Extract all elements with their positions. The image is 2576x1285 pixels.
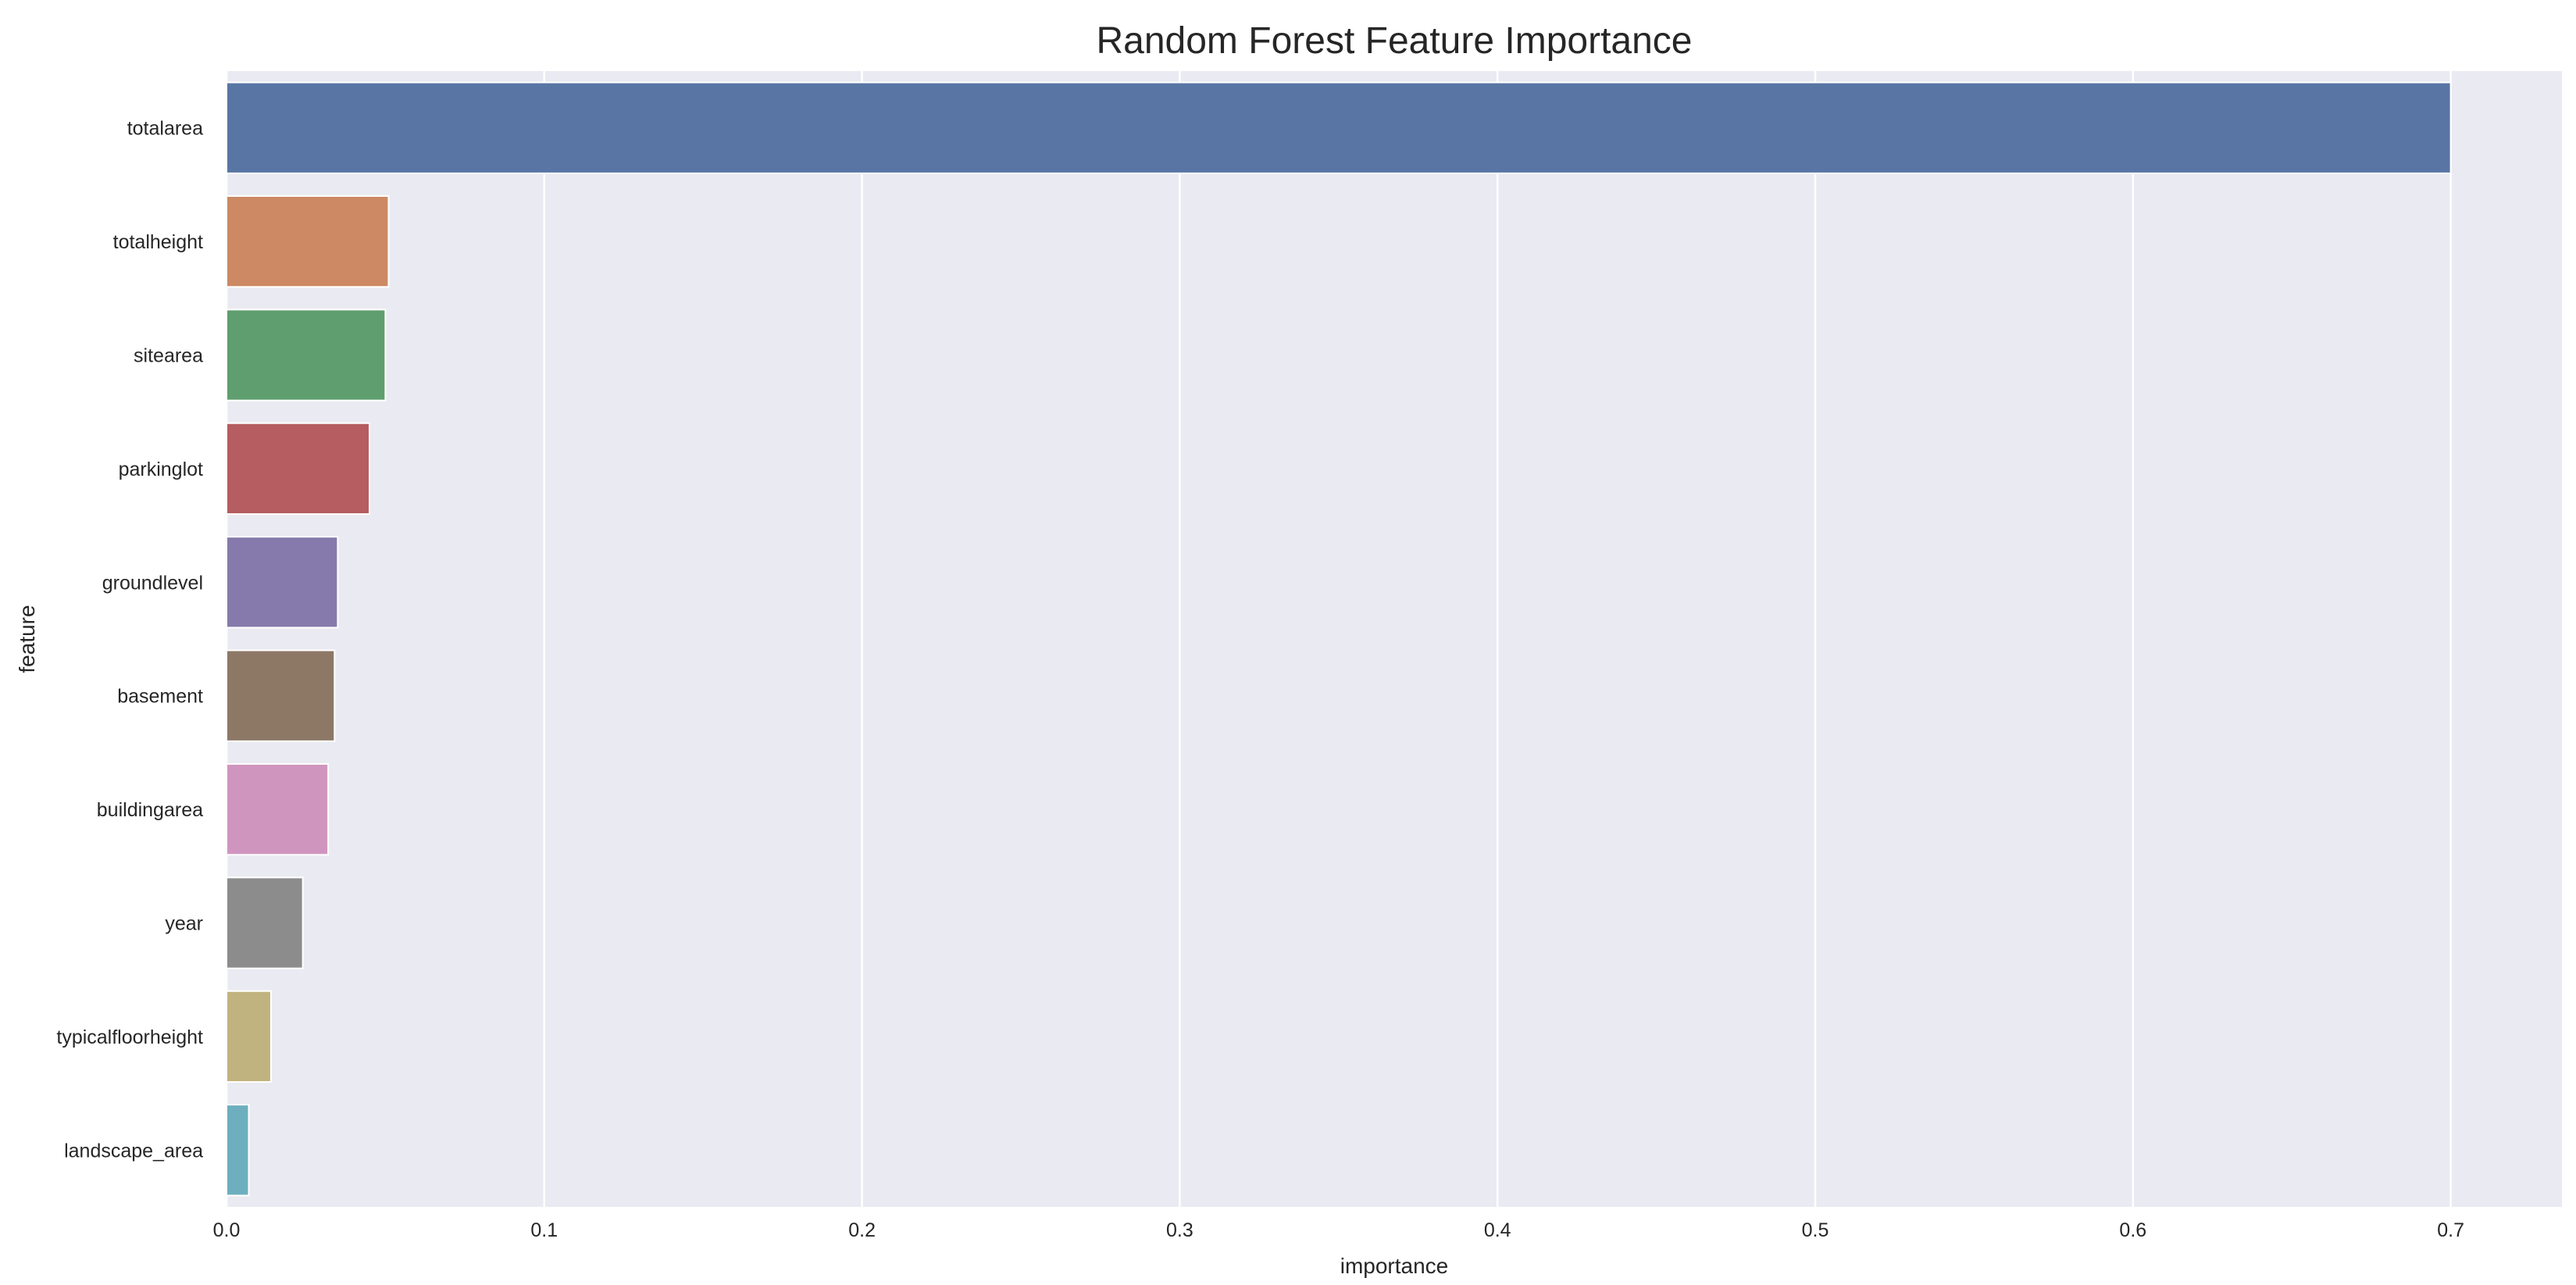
x-tick-label: 0.6 [2119,1219,2146,1241]
bar-chart: 0.0 0.1 0.2 0.3 0.4 0.5 0.6 0.7 totalarea totalh… [15,20,2562,1278]
bar-parkinglot [226,422,371,516]
x-tick-label: 0.1 [530,1219,558,1241]
y-tick-label: typicalfloorheight [56,1026,203,1048]
x-tick-label: 0.2 [848,1219,876,1241]
bar-basement [226,649,336,742]
y-axis-title: feature [15,605,39,673]
x-tick-label: 0.3 [1166,1219,1193,1241]
bar-totalarea [226,81,2452,174]
chart-container: 0.0 0.1 0.2 0.3 0.4 0.5 0.6 0.7 totalarea totalh… [0,0,2576,1285]
bar-typicalfloorheight [226,990,272,1083]
bar-totalheight [226,195,390,288]
bar-sitearea [226,309,387,402]
y-tick-label: parkinglot [119,459,203,480]
x-axis-title: importance [1340,1254,1449,1278]
y-tick-label: totalarea [127,118,203,140]
x-tick-labels: 0.0 0.1 0.2 0.3 0.4 0.5 0.6 0.7 [213,1219,2464,1241]
x-tick-label: 0.7 [2437,1219,2464,1241]
bar-year [226,876,304,969]
chart-title: Random Forest Feature Importance [1096,20,1692,62]
bar-buildingarea [226,762,330,856]
y-tick-labels: totalarea totalheight sitearea parkinglot gr… [56,118,203,1162]
x-tick-label: 0.5 [1802,1219,1829,1241]
bar-groundlevel [226,536,339,629]
y-tick-label: buildingarea [97,799,203,821]
x-tick-label: 0.4 [1484,1219,1511,1241]
plot-background [227,71,2562,1207]
y-tick-label: totalheight [113,231,203,253]
y-tick-label: landscape_area [64,1140,203,1162]
y-tick-label: basement [117,686,203,708]
x-tick-label: 0.0 [213,1219,241,1241]
y-tick-label: year [165,913,203,935]
y-tick-label: groundlevel [102,572,203,594]
bar-landscape-area [226,1104,250,1197]
y-tick-label: sitearea [134,345,203,367]
